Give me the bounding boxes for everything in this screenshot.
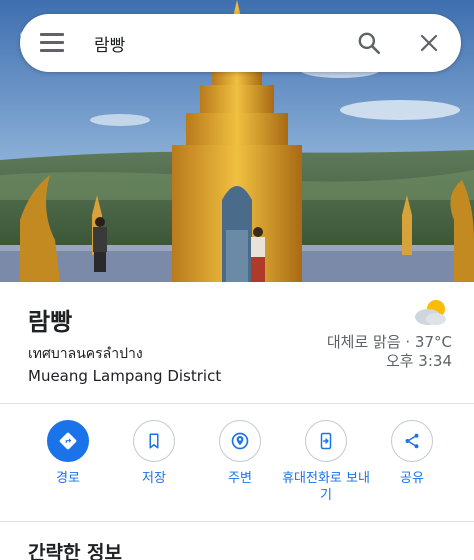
nearby-button[interactable]: 주변 <box>195 420 285 487</box>
nearby-icon <box>219 420 261 462</box>
nearby-label: 주변 <box>228 471 252 486</box>
share-label: 공유 <box>400 471 424 486</box>
menu-icon[interactable] <box>40 33 64 53</box>
search-icon[interactable] <box>356 30 382 56</box>
send-to-phone-button[interactable]: 휴대전화로 보내기 <box>281 420 371 504</box>
overview-heading: 간략한 정보 <box>28 542 123 560</box>
divider <box>0 403 474 404</box>
share-button[interactable]: 공유 <box>367 420 457 487</box>
directions-button[interactable]: 경로 <box>23 420 113 487</box>
place-district: Mueang Lampang District <box>28 367 222 385</box>
send-to-phone-label: 휴대전화로 보내기 <box>282 471 370 503</box>
search-bar[interactable]: 람빵 <box>20 14 461 72</box>
search-query[interactable]: 람빵 <box>94 31 125 56</box>
divider <box>0 521 474 522</box>
partly-cloudy-icon <box>414 297 452 327</box>
directions-label: 경로 <box>56 471 80 486</box>
save-button[interactable]: 저장 <box>109 420 199 487</box>
save-label: 저장 <box>142 471 166 486</box>
share-icon <box>391 420 433 462</box>
directions-icon <box>47 420 89 462</box>
action-bar: 경로 저장 주변 휴대전화로 보내기 공유 <box>0 420 474 515</box>
weather-time: 오후 3:34 <box>385 352 452 370</box>
close-icon[interactable] <box>417 31 441 55</box>
weather-description: 대체로 맑음 · 37°C <box>326 333 452 351</box>
place-local-name: เทศบาลนครลำปาง <box>28 346 143 362</box>
place-title: 람빵 <box>28 308 73 336</box>
bookmark-icon <box>133 420 175 462</box>
send-to-phone-icon <box>305 420 347 462</box>
